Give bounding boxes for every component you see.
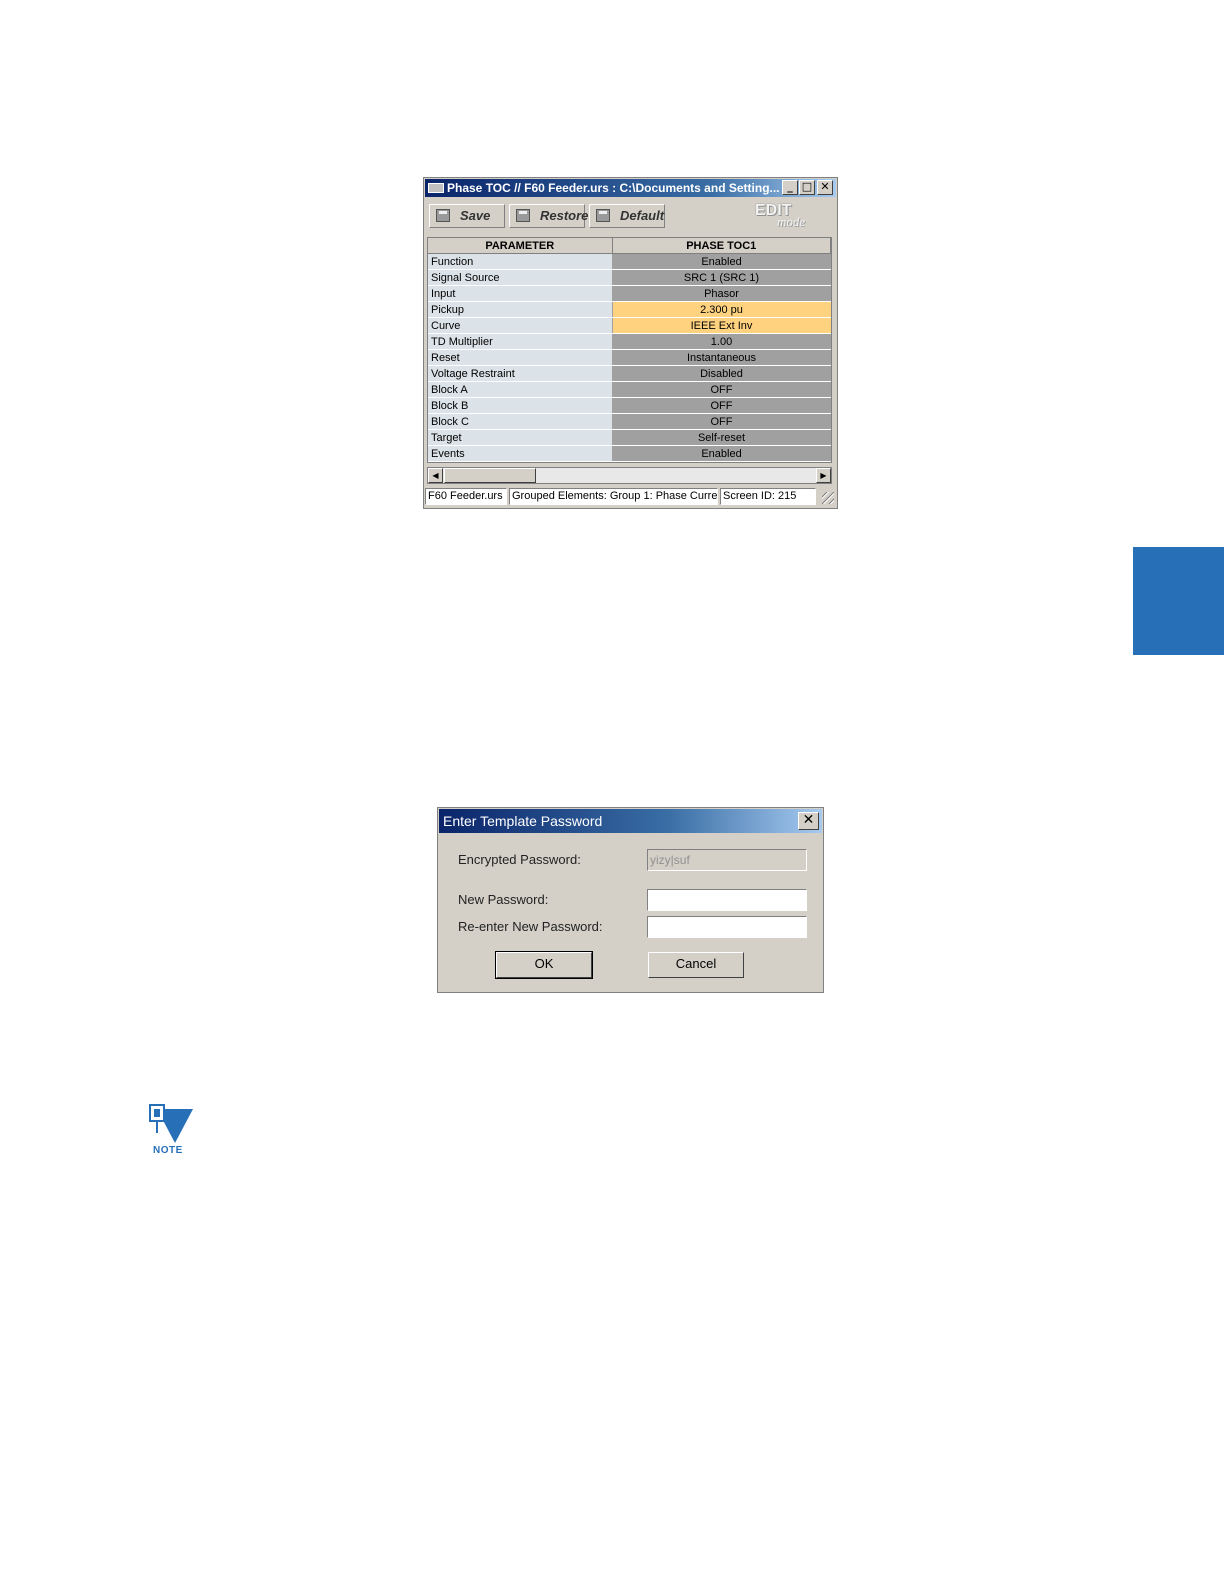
dialog-titlebar[interactable]: Enter Template Password ✕: [439, 809, 822, 833]
value-cell[interactable]: 1.00: [612, 333, 831, 350]
note-pushpin-icon: [149, 1104, 193, 1143]
settings-grid: PARAMETER PHASE TOC1 Function Enabled Sig…: [427, 237, 832, 463]
window-title: Phase TOC // F60 Feeder.urs : C:\Documen…: [447, 181, 780, 195]
window-menu-icon[interactable]: [428, 183, 444, 193]
table-row: Block B OFF: [428, 397, 831, 414]
chapter-tab: [1133, 547, 1224, 655]
note-label: NOTE: [153, 1145, 183, 1156]
status-file: F60 Feeder.urs: [425, 488, 507, 505]
table-row: Voltage Restraint Disabled: [428, 365, 831, 382]
encrypted-password-field: [647, 849, 807, 871]
dialog-title: Enter Template Password: [443, 813, 603, 829]
parameter-cell: Input: [428, 285, 613, 302]
scroll-right-icon[interactable]: ▶: [816, 468, 831, 483]
parameter-cell: Pickup: [428, 301, 613, 318]
parameter-cell: Events: [428, 445, 613, 462]
cancel-button[interactable]: Cancel: [648, 952, 744, 978]
value-cell[interactable]: Phasor: [612, 285, 831, 302]
template-password-dialog: Enter Template Password ✕ Encrypted Pass…: [437, 807, 824, 993]
note-icon: NOTE: [145, 1103, 195, 1157]
parameter-cell: Target: [428, 429, 613, 446]
value-cell[interactable]: Enabled: [612, 445, 831, 462]
value-cell[interactable]: OFF: [612, 413, 831, 430]
phase-toc-titlebar[interactable]: Phase TOC // F60 Feeder.urs : C:\Documen…: [425, 179, 836, 197]
close-button[interactable]: ✕: [817, 180, 833, 195]
reenter-password-label: Re-enter New Password:: [458, 919, 603, 934]
table-row: Events Enabled: [428, 445, 831, 462]
value-cell[interactable]: OFF: [612, 397, 831, 414]
maximize-button[interactable]: □: [799, 180, 815, 195]
save-label: Save: [460, 208, 491, 223]
default-button[interactable]: Default: [589, 204, 665, 228]
value-cell[interactable]: Disabled: [612, 365, 831, 382]
parameter-cell: Voltage Restraint: [428, 365, 613, 382]
parameter-cell: Reset: [428, 349, 613, 366]
new-password-field[interactable]: [647, 889, 807, 911]
value-cell[interactable]: SRC 1 (SRC 1): [612, 269, 831, 286]
value-cell-highlighted[interactable]: 2.300 pu: [612, 301, 831, 318]
edit-mode-subtext: mode: [777, 214, 806, 229]
save-button[interactable]: Save: [429, 204, 505, 228]
value-cell[interactable]: Enabled: [612, 253, 831, 270]
table-row: Input Phasor: [428, 285, 831, 302]
phase-toc-window: Phase TOC // F60 Feeder.urs : C:\Documen…: [423, 177, 838, 509]
table-row: Pickup 2.300 pu: [428, 301, 831, 318]
table-row: TD Multiplier 1.00: [428, 333, 831, 350]
table-row: Reset Instantaneous: [428, 349, 831, 366]
parameter-cell: Block B: [428, 397, 613, 414]
parameter-cell: Block C: [428, 413, 613, 430]
toolbar: Save Restore Default EDIT mode: [426, 200, 835, 232]
encrypted-password-label: Encrypted Password:: [458, 852, 581, 867]
ok-button[interactable]: OK: [495, 951, 593, 979]
status-path: Grouped Elements: Group 1: Phase Currer: [509, 488, 718, 505]
restore-label: Restore: [540, 208, 589, 223]
save-icon: [436, 209, 450, 222]
parameter-cell: Signal Source: [428, 269, 613, 286]
table-row: Function Enabled: [428, 253, 831, 270]
value-cell-highlighted[interactable]: IEEE Ext Inv: [612, 317, 831, 334]
restore-button[interactable]: Restore: [509, 204, 589, 228]
value-cell[interactable]: Instantaneous: [612, 349, 831, 366]
value-cell[interactable]: OFF: [612, 381, 831, 398]
table-row: Block C OFF: [428, 413, 831, 430]
dialog-close-button[interactable]: ✕: [798, 812, 819, 830]
restore-icon: [516, 209, 530, 222]
parameter-cell: TD Multiplier: [428, 333, 613, 350]
scroll-left-icon[interactable]: ◀: [428, 468, 443, 483]
parameter-cell: Block A: [428, 381, 613, 398]
value-cell[interactable]: Self-reset: [612, 429, 831, 446]
table-row: Curve IEEE Ext Inv: [428, 317, 831, 334]
default-icon: [596, 209, 610, 222]
status-bar: F60 Feeder.urs Grouped Elements: Group 1…: [425, 488, 836, 506]
column-header-phase-toc1[interactable]: PHASE TOC1: [612, 238, 831, 254]
new-password-label: New Password:: [458, 892, 549, 907]
minimize-button[interactable]: _: [782, 180, 798, 195]
edit-mode-logo: EDIT mode: [751, 202, 821, 230]
resize-grip-icon[interactable]: [822, 492, 834, 504]
table-row: Signal Source SRC 1 (SRC 1): [428, 269, 831, 286]
parameter-cell: Curve: [428, 317, 613, 334]
parameter-cell: Function: [428, 253, 613, 270]
reenter-password-field[interactable]: [647, 916, 807, 938]
table-row: Block A OFF: [428, 381, 831, 398]
status-screen-id: Screen ID: 215: [720, 488, 816, 505]
scrollbar-thumb[interactable]: [444, 468, 536, 483]
table-row: Target Self-reset: [428, 429, 831, 446]
default-label: Default: [620, 208, 665, 223]
horizontal-scrollbar[interactable]: ◀ ▶: [427, 467, 832, 484]
column-header-parameter[interactable]: PARAMETER: [428, 238, 613, 254]
